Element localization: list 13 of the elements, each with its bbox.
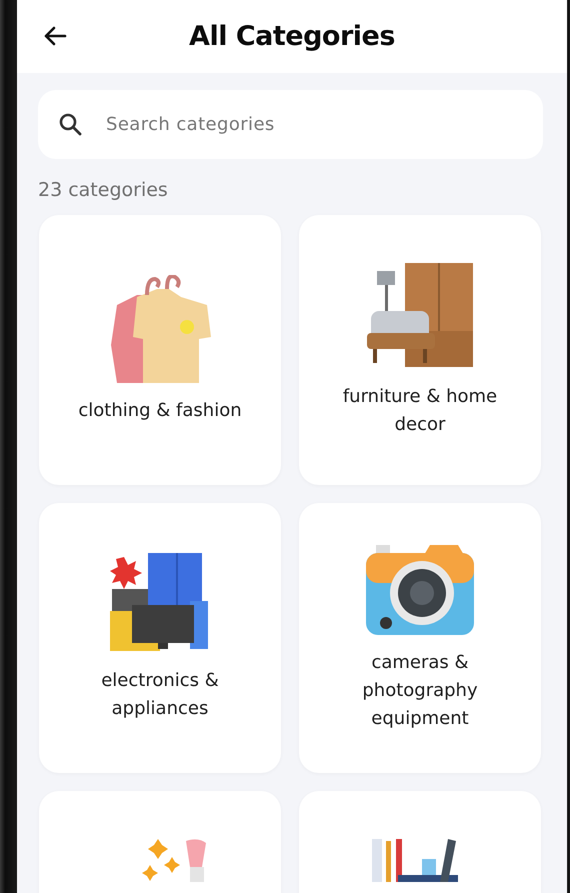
back-arrow-icon	[43, 26, 67, 46]
page-title: All Categories	[189, 21, 395, 52]
category-label: furniture & home decor	[342, 385, 498, 437]
category-card[interactable]: clothing & fashion	[39, 215, 281, 485]
category-count: 23 categories	[38, 179, 169, 201]
category-card[interactable]: electronics & appliances	[39, 503, 281, 773]
search-field[interactable]: Search categories	[38, 90, 543, 159]
category-label: clothing & fashion	[77, 399, 243, 423]
category-label: cameras & photography equipment	[361, 651, 479, 731]
category-card[interactable]: furniture & home decor	[299, 215, 541, 485]
search-icon	[58, 112, 82, 136]
category-label: electronics & appliances	[100, 669, 220, 721]
category-card[interactable]: cameras & photography equipment	[299, 503, 541, 773]
